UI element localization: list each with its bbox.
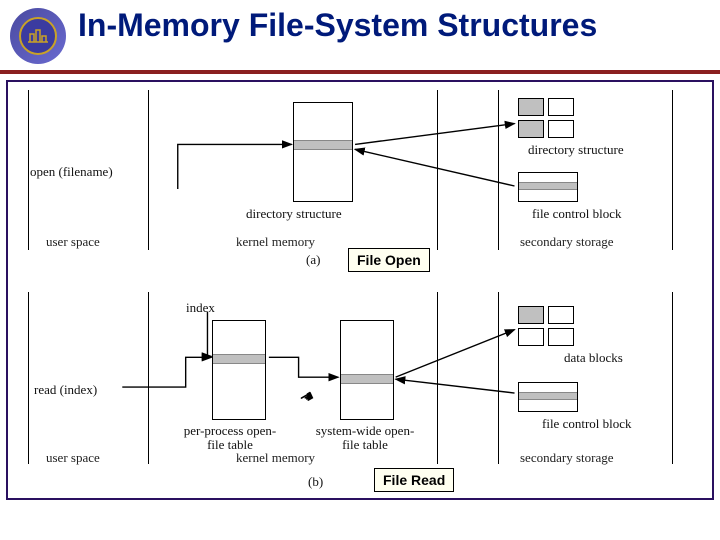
label-a-dir-struct: directory structure xyxy=(246,206,342,222)
slide-header: In-Memory File-System Structures xyxy=(0,0,720,68)
b-db-1 xyxy=(518,306,544,324)
a-ds-b3 xyxy=(518,120,544,138)
label-b-syswide: system-wide open-file table xyxy=(310,424,420,453)
callout-file-read: File Read xyxy=(374,468,454,492)
panel-a-id: (a) xyxy=(306,252,320,268)
band-b-syswide xyxy=(341,374,393,384)
a-ds-b1 xyxy=(518,98,544,116)
band-b-fcb xyxy=(519,392,577,400)
b-db-3 xyxy=(518,328,544,346)
zone-a-kernel-label: kernel memory xyxy=(236,234,315,250)
b-db-4 xyxy=(548,328,574,346)
b-db-2 xyxy=(548,306,574,324)
zone-b-kernel-label: kernel memory xyxy=(236,450,315,466)
box-b-perproc xyxy=(212,320,266,420)
zone-a-storage-label: secondary storage xyxy=(520,234,614,250)
band-b-perproc xyxy=(213,354,265,364)
zone-b-user-label: user space xyxy=(46,450,100,466)
zone-a-user-label: user space xyxy=(46,234,100,250)
diagram-canvas: open (filename) directory structure dire… xyxy=(6,80,714,500)
label-a-fcb: file control block xyxy=(532,206,622,222)
region-b-user xyxy=(28,292,148,464)
slide-title: In-Memory File-System Structures xyxy=(78,8,597,43)
label-b-fcb: file control block xyxy=(542,416,632,432)
title-underline xyxy=(0,70,720,74)
band-a-dir xyxy=(294,140,352,150)
label-b-index: index xyxy=(186,300,215,316)
label-a-remote-dir: directory structure xyxy=(528,142,624,158)
callout-file-open: File Open xyxy=(348,248,430,272)
label-b-perproc: per-process open-file table xyxy=(180,424,280,453)
panel-b-id: (b) xyxy=(308,474,323,490)
a-ds-b4 xyxy=(548,120,574,138)
open-call-text: open (filename) xyxy=(30,164,113,180)
label-b-datablocks: data blocks xyxy=(564,350,623,366)
band-a-fcb xyxy=(519,182,577,190)
zone-b-storage-label: secondary storage xyxy=(520,450,614,466)
box-a-dir-struct xyxy=(293,102,353,202)
box-b-syswide xyxy=(340,320,394,420)
institution-logo xyxy=(10,8,66,64)
read-call-text: read (index) xyxy=(34,382,97,398)
a-ds-b2 xyxy=(548,98,574,116)
